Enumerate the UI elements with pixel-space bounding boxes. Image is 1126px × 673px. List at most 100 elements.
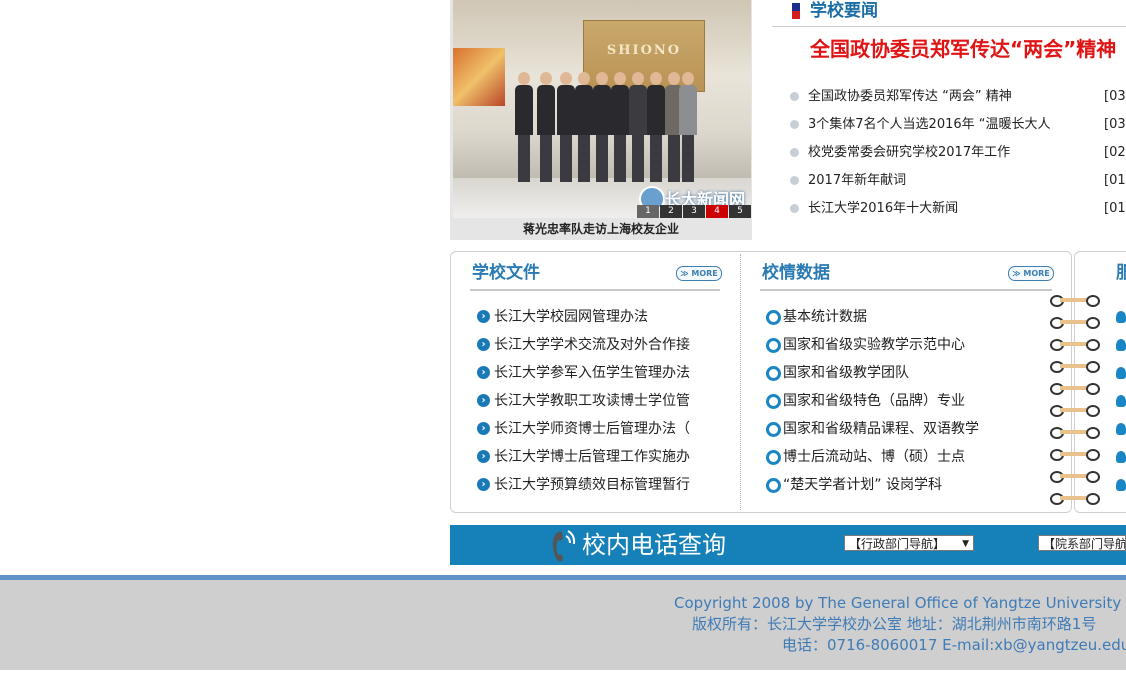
- photo-person: [611, 72, 629, 182]
- documents-title: 学校文件: [472, 263, 540, 283]
- download-icon[interactable]: [1116, 339, 1126, 351]
- download-icon[interactable]: [1116, 451, 1126, 463]
- news-item-title[interactable]: 全国政协委员郑军传达 “两会” 精神: [808, 87, 1012, 107]
- download-icon[interactable]: [1116, 395, 1126, 407]
- news-marker-accent: [792, 11, 800, 19]
- photo-person: [557, 72, 575, 182]
- pager-button[interactable]: 5: [729, 205, 751, 218]
- chevron-down-icon: ▼: [962, 539, 969, 549]
- photo-person: [679, 72, 697, 182]
- document-item-label[interactable]: 长江大学参军入伍学生管理办法: [494, 363, 694, 383]
- school-data-item-label[interactable]: “楚天学者计划” 设岗学科: [783, 475, 1033, 495]
- documents-more-button[interactable]: ≫ MORE: [676, 266, 722, 281]
- download-icon[interactable]: [1116, 423, 1126, 435]
- document-item-label[interactable]: 长江大学师资博士后管理办法（: [494, 419, 694, 439]
- news-item[interactable]: 全国政协委员郑军传达 “两会” 精神 [03,: [790, 87, 1126, 107]
- news-item-title[interactable]: 长江大学2016年十大新闻: [808, 199, 958, 219]
- footer-copyright: Copyright 2008 by The General Office of …: [674, 594, 1126, 612]
- college-select-value: 【院系部门导航: [1043, 537, 1126, 551]
- admin-select-value: 【行政部门导航】: [849, 537, 946, 551]
- school-data-item-label[interactable]: 基本统计数据: [783, 307, 1033, 327]
- school-data-item-label[interactable]: 国家和省级教学团队: [783, 363, 1033, 383]
- binder-ring-icon: [1050, 295, 1100, 307]
- news-item-date: [03,: [1104, 89, 1126, 104]
- photo-caption[interactable]: 蒋光忠率队走访上海校友企业: [450, 219, 752, 239]
- binder-ring-icon: [1050, 339, 1100, 351]
- bullet-icon: [790, 204, 799, 213]
- document-item-label[interactable]: 长江大学学术交流及对外合作接: [494, 335, 694, 355]
- photo-person: [629, 72, 647, 182]
- binder-ring-icon: [1050, 383, 1100, 395]
- news-headline[interactable]: 全国政协委员郑军传达“两会”精神: [810, 35, 1116, 63]
- pager-button-active[interactable]: 4: [706, 205, 728, 218]
- document-item-label[interactable]: 长江大学博士后管理工作实施办: [494, 447, 694, 467]
- news-item[interactable]: 3个集体7名个人当选2016年 “温暖长大人 [03,: [790, 115, 1126, 135]
- binder-ring-icon: [1050, 317, 1100, 329]
- binder-ring-icon: [1050, 449, 1100, 461]
- photo-screen: [453, 48, 505, 106]
- news-item-title[interactable]: 3个集体7名个人当选2016年 “温暖长大人: [808, 115, 1051, 135]
- download-icon[interactable]: [1116, 311, 1126, 323]
- document-item-label[interactable]: 长江大学校园网管理办法: [494, 307, 694, 327]
- bullet-icon: [790, 148, 799, 157]
- photo-person: [593, 72, 611, 182]
- ring-dot-icon: [766, 450, 781, 465]
- photo-person: [515, 72, 533, 182]
- college-department-select[interactable]: 【院系部门导航: [1038, 535, 1126, 551]
- school-data-more-button[interactable]: ≫ MORE: [1008, 266, 1054, 281]
- news-item-date: [01,: [1104, 173, 1126, 188]
- ring-dot-icon: [766, 338, 781, 353]
- phone-icon: [552, 530, 576, 562]
- news-item[interactable]: 2017年新年献词 [01,: [790, 171, 1126, 191]
- arrow-circle-icon: ›: [477, 450, 490, 463]
- ring-dot-icon: [766, 478, 781, 493]
- news-item-title[interactable]: 2017年新年献词: [808, 171, 906, 191]
- documents-rule: [470, 289, 720, 291]
- news-item[interactable]: 校党委常委会研究学校2017年工作 [02,: [790, 143, 1126, 163]
- photo-person: [537, 72, 555, 182]
- school-data-item-label[interactable]: 国家和省级实验教学示范中心: [783, 335, 1033, 355]
- services-title: 服: [1116, 263, 1126, 283]
- school-data-rule: [760, 289, 1052, 291]
- news-item[interactable]: 长江大学2016年十大新闻 [01,: [790, 199, 1126, 219]
- school-data-title: 校情数据: [762, 263, 830, 283]
- arrow-circle-icon: ›: [477, 338, 490, 351]
- wall-sign-text: SHIONO: [606, 43, 682, 58]
- arrow-circle-icon: ›: [477, 422, 490, 435]
- school-data-item-label[interactable]: 国家和省级特色（品牌）专业: [783, 391, 1033, 411]
- binder-ring-icon: [1050, 427, 1100, 439]
- photo-pager: 1 2 3 4 5: [636, 205, 751, 218]
- document-item-label[interactable]: 长江大学教职工攻读博士学位管: [494, 391, 694, 411]
- download-icon[interactable]: [1116, 367, 1126, 379]
- phone-directory-title: 校内电话查询: [582, 531, 726, 559]
- bullet-icon: [790, 176, 799, 185]
- panel-divider: [740, 254, 741, 510]
- pager-button[interactable]: 2: [660, 205, 682, 218]
- pager-button[interactable]: 3: [683, 205, 705, 218]
- ring-dot-icon: [766, 310, 781, 325]
- download-icon[interactable]: [1116, 479, 1126, 491]
- bullet-icon: [790, 92, 799, 101]
- school-data-item-label[interactable]: 国家和省级精品课程、双语教学: [783, 419, 1033, 439]
- arrow-circle-icon: ›: [477, 366, 490, 379]
- news-section-title: 学校要闻: [810, 1, 878, 21]
- news-item-date: [01,: [1104, 201, 1126, 216]
- ring-dot-icon: [766, 394, 781, 409]
- news-photo[interactable]: SHIONO 长大新闻网: [453, 0, 751, 218]
- ring-dot-icon: [766, 422, 781, 437]
- bullet-icon: [790, 120, 799, 129]
- arrow-circle-icon: ›: [477, 478, 490, 491]
- document-item-label[interactable]: 长江大学预算绩效目标管理暂行: [494, 475, 694, 495]
- binder-ring-icon: [1050, 405, 1100, 417]
- arrow-circle-icon: ›: [477, 310, 490, 323]
- binder-ring-icon: [1050, 361, 1100, 373]
- news-item-title[interactable]: 校党委常委会研究学校2017年工作: [808, 143, 1010, 163]
- pager-button[interactable]: 1: [637, 205, 659, 218]
- footer-rights: 版权所有：长江大学学校办公室 地址：湖北荆州市南环路1号: [692, 615, 1097, 633]
- news-item-date: [02,: [1104, 145, 1126, 160]
- ring-dot-icon: [766, 366, 781, 381]
- admin-department-select[interactable]: 【行政部门导航】 ▼: [844, 535, 974, 551]
- binder-ring-icon: [1050, 471, 1100, 483]
- school-data-item-label[interactable]: 博士后流动站、博（硕）士点: [783, 447, 1033, 467]
- binder-ring-icon: [1050, 493, 1100, 505]
